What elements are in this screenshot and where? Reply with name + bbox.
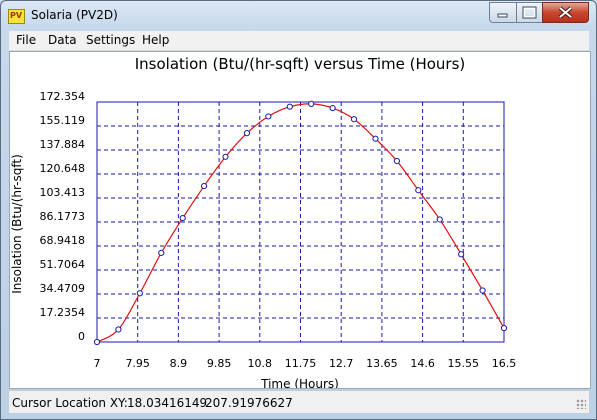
cursor-location-label: Cursor Location XY: [12, 396, 128, 410]
menu-bar: File Data Settings Help [9, 31, 589, 51]
x-tick-label: 13.65 [366, 357, 398, 370]
data-point-marker [479, 287, 486, 294]
window-title: Solaria (PV2D) [31, 8, 118, 22]
menu-help[interactable]: Help [142, 33, 169, 47]
data-point-marker [243, 130, 251, 137]
data-point-marker [265, 113, 272, 120]
insolation-chart[interactable]: Insolation (Btu/(hr-sqft) versus Time (H… [10, 52, 590, 391]
x-tick-label: 11.75 [285, 357, 317, 370]
data-point-marker [415, 187, 422, 194]
y-tick-label: 137.884 [40, 138, 86, 151]
maximize-button[interactable] [516, 2, 543, 23]
minimize-button[interactable] [489, 2, 517, 23]
app-logo-icon[interactable]: PV [8, 9, 25, 24]
y-tick-label: 86.1773 [40, 210, 86, 223]
y-tick-label: 103.413 [40, 186, 86, 199]
menu-data[interactable]: Data [48, 33, 77, 47]
data-point-marker [393, 157, 400, 165]
y-tick-label: 34.4709 [40, 282, 86, 295]
menu-settings[interactable]: Settings [86, 33, 135, 47]
data-point-marker [115, 326, 122, 333]
x-tick-label: 14.6 [410, 357, 435, 370]
app-icon-text: PV [10, 11, 23, 20]
resize-grip[interactable] [576, 399, 586, 409]
close-icon [558, 6, 573, 19]
y-tick-label: 155.119 [40, 114, 86, 127]
data-point-marker [136, 290, 143, 297]
x-axis-label: Time (Hours) [260, 377, 339, 388]
cursor-x-value: 18.03416149 [127, 396, 208, 410]
chart-area[interactable]: Insolation (Btu/(hr-sqft) versus Time (H… [9, 51, 591, 391]
data-point-marker [372, 135, 379, 142]
data-point-marker [329, 104, 336, 112]
status-bar: Cursor Location XY: 18.03416149 207.9197… [9, 390, 589, 413]
y-tick-label: 120.648 [40, 162, 86, 175]
maximize-icon [522, 6, 537, 19]
data-point-marker [158, 249, 165, 256]
grid-lines [97, 102, 504, 342]
x-tick-label: 7 [94, 357, 101, 370]
y-tick-label: 0 [78, 330, 85, 343]
x-tick-label: 15.55 [448, 357, 480, 370]
data-point-marker [308, 100, 315, 107]
data-point-marker [179, 214, 186, 222]
data-point-marker [458, 251, 465, 258]
data-point-marker [222, 153, 229, 160]
data-point-marker [350, 116, 358, 123]
tick-labels: 7 7.95 8.9 9.85 10.8 11.75 12.7 13.65 14.6 15.55 1… [40, 90, 517, 370]
data-point-marker [500, 324, 508, 332]
data-point-marker [286, 103, 293, 110]
x-tick-label: 12.7 [329, 357, 354, 370]
y-axis-label: Insolation (Btu/(hr-sqft) [10, 154, 24, 294]
data-point-marker [436, 216, 443, 223]
title-bar[interactable]: PV Solaria (PV2D) [1, 1, 596, 31]
y-tick-label: 51.7064 [40, 258, 86, 271]
cursor-y-value: 207.91976627 [205, 396, 293, 410]
x-tick-label: 16.5 [492, 357, 517, 370]
close-button[interactable] [542, 2, 589, 23]
x-tick-label: 8.9 [170, 357, 188, 370]
minimize-icon [497, 13, 508, 18]
y-tick-label: 17.2354 [40, 306, 86, 319]
data-point-marker [201, 182, 208, 190]
menu-file[interactable]: File [16, 33, 36, 47]
x-tick-label: 7.95 [125, 357, 150, 370]
chart-title: Insolation (Btu/(hr-sqft) versus Time (H… [135, 55, 466, 73]
data-point-marker [93, 338, 101, 346]
app-window: PV Solaria (PV2D) File Data Settings Hel… [0, 0, 597, 420]
x-tick-label: 10.8 [248, 357, 273, 370]
y-tick-label: 172.354 [40, 90, 86, 103]
y-tick-label: 68.9418 [40, 234, 86, 247]
x-tick-label: 9.85 [207, 357, 232, 370]
